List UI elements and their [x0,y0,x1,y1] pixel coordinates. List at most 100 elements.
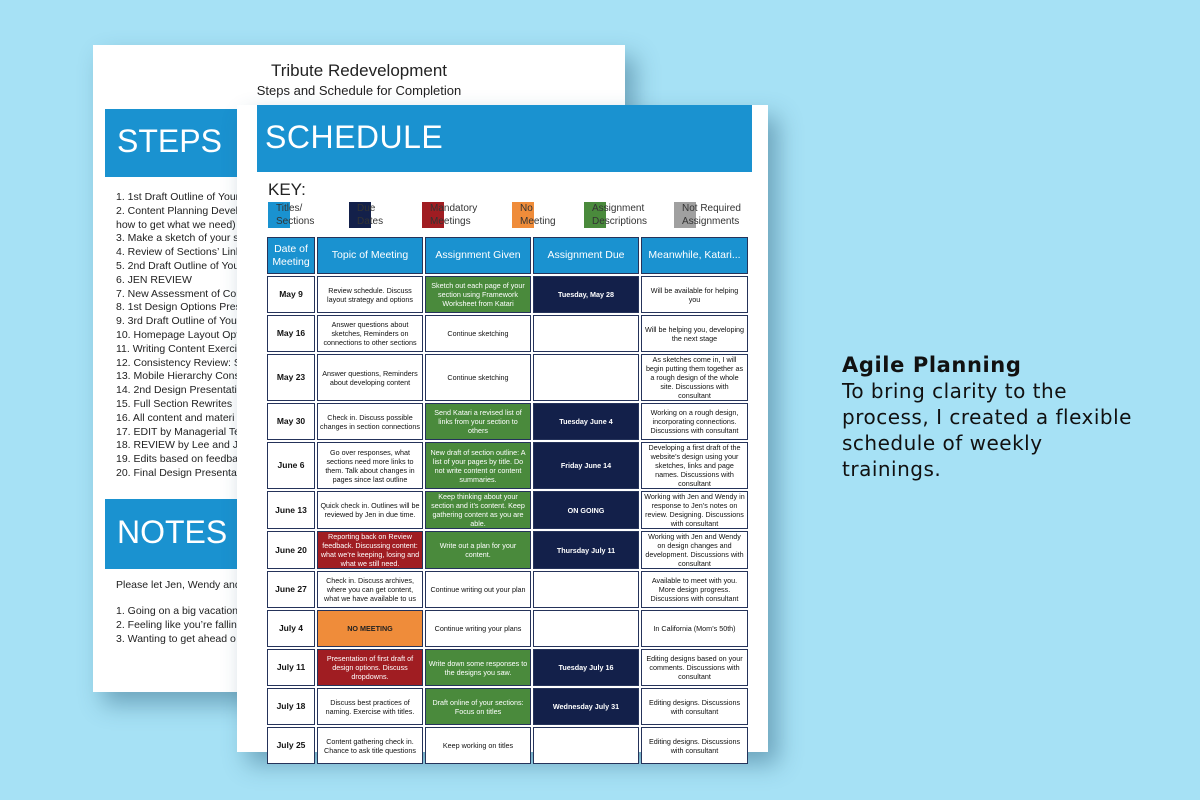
schedule-document-page: SCHEDULE KEY: Titles/Sections Due Dates Man… [237,105,768,764]
assignment-given-cell: Keep working on titles [425,727,531,764]
meanwhile-cell: Available to meet with you. More design … [641,571,748,608]
meanwhile-cell: Working on a rough design, incorporating… [641,403,748,440]
document-subtitle: Steps and Schedule for Completion [256,83,462,98]
meeting-date-cell: June 13 [267,491,315,529]
assignment-given-cell: Sketch out each page of your section usi… [425,276,531,313]
schedule-row: July 18 Discuss best practices of naming.… [267,688,748,725]
assignment-given-cell: Continue sketching [425,315,531,352]
assignment-given-cell: Write out a plan for your content. [425,531,531,569]
key-label-text: Mandatory Meetings [430,203,478,227]
schedule-heading: SCHEDULE [265,119,444,155]
step-item: 4. Review of Sections’ Link [116,246,242,259]
schedule-row: May 30 Check in. Discuss possible changes… [267,403,748,440]
meanwhile-cell: Will be helping you, developing the next… [641,315,748,352]
meeting-topic-cell: Answer questions about sketches, Reminde… [317,315,423,352]
document-title: Tribute Redevelopment [270,61,448,80]
assignment-due-cell: Tuesday, May 28 [533,276,639,313]
assignment-given-cell: Continue sketching [425,354,531,401]
meeting-date-cell: July 18 [267,688,315,725]
meeting-date-cell: May 16 [267,315,315,352]
schedule-heading-bar: SCHEDULE [257,105,752,172]
meanwhile-cell: Working with Jen and Wendy on design cha… [641,531,748,569]
table-header-row: Date of Meeting Topic of Meeting Assignm… [267,237,748,274]
column-header-topic: Topic of Meeting [317,237,423,274]
step-item: 15. Full Section Rewrites [116,397,233,410]
meeting-date-cell: June 20 [267,531,315,569]
meeting-date-cell: May 23 [267,354,315,401]
meanwhile-cell: Editing designs based on your comments. … [641,649,748,686]
meeting-topic-cell: Answer questions, Reminders about develo… [317,354,423,401]
notes-list: 1. Going on a big vacation 2. Feeling lik… [116,605,246,646]
meeting-topic-cell: Review schedule. Discuss layout strategy… [317,276,423,313]
meeting-date-cell: July 4 [267,610,315,647]
assignment-due-cell: Tuesday July 16 [533,649,639,686]
caption-title: Agile Planning [842,353,1022,377]
assignment-due-cell: Wednesday July 31 [533,688,639,725]
schedule-row: June 20 Reporting back on Review feedback… [267,531,748,569]
step-item: 11. Writing Content Exerci [116,342,237,355]
step-item: 19. Edits based on feedba [116,453,239,466]
notes-intro: Please let Jen, Wendy and [116,579,241,591]
step-item: 7. New Assessment of Con [116,287,243,300]
assignment-given-cell: Continue writing your plans [425,610,531,647]
assignment-due-cell: Thursday July 11 [533,531,639,569]
assignment-given-cell: Continue writing out your plan [425,571,531,608]
notes-heading: NOTES [117,514,228,550]
meeting-topic-cell: Check in. Discuss possible changes in se… [317,403,423,440]
key-label-text: Titles/Sections [276,203,315,227]
assignment-due-cell: Tuesday June 4 [533,403,639,440]
assignment-given-cell: Draft online of your sections: Focus on … [425,688,531,725]
assignment-given-cell: Write down some responses to the designs… [425,649,531,686]
assignment-due-cell [533,610,639,647]
column-header-assignment-given: Assignment Given [425,237,531,274]
meeting-date-cell: July 25 [267,727,315,764]
meanwhile-cell: Developing a first draft of the website’… [641,442,748,489]
schedule-row: June 27 Check in. Discuss archives, where… [267,571,748,608]
steps-heading: STEPS [117,123,222,159]
schedule-row: June 6 Go over responses, what sections n… [267,442,748,489]
schedule-row: July 11 Presentation of first draft of de… [267,649,748,686]
assignment-due-cell [533,354,639,401]
key-label-text: No Meeting [520,203,556,227]
meeting-topic-cell: NO MEETING [317,610,423,647]
schedule-row: June 13 Quick check in. Outlines will be … [267,491,748,529]
step-item: 1. 1st Draft Outline of Your [116,191,240,203]
schedule-row: May 9 Review schedule. Discuss layout str… [267,276,748,313]
schedule-row: July 4 NO MEETING Continue writing your pl… [267,610,748,647]
caption-body: To bring clarity to the process, I creat… [842,379,1132,481]
meeting-topic-cell: Discuss best practices of naming. Exerci… [317,688,423,725]
assignment-due-cell: Friday June 14 [533,442,639,489]
step-item: 18. REVIEW by Lee and Jen [116,439,246,452]
schedule-table: Date of Meeting Topic of Meeting Assignm… [265,235,750,766]
step-item: how to get what we need) [116,218,236,231]
meeting-topic-cell: Quick check in. Outlines will be reviewe… [317,491,423,529]
column-header-meanwhile: Meanwhile, Katari... [641,237,748,274]
step-item: 16. All content and materi [116,411,235,424]
meeting-topic-cell: Go over responses, what sections need mo… [317,442,423,489]
meeting-date-cell: May 9 [267,276,315,313]
key-label: KEY: [268,180,306,199]
meanwhile-cell: Editing designs. Discussions with consul… [641,727,748,764]
meeting-topic-cell: Check in. Discuss archives, where you ca… [317,571,423,608]
schedule-row: May 16 Answer questions about sketches, R… [267,315,748,352]
meanwhile-cell: In California (Mom’s 50th) [641,610,748,647]
key-label-text: Assignment Descriptions [592,203,648,227]
meeting-topic-cell: Reporting back on Review feedback. Discu… [317,531,423,569]
note-item: 3. Wanting to get ahead o [116,632,236,645]
step-item: 13. Mobile Hierarchy Cons [116,370,240,383]
step-item: 14. 2nd Design Presentati [116,384,237,397]
meeting-topic-cell: Content gathering check in. Chance to as… [317,727,423,764]
meanwhile-cell: Editing designs. Discussions with consul… [641,688,748,725]
note-item: 1. Going on a big vacation [116,605,239,617]
step-item: 6. JEN REVIEW [116,273,192,286]
key-label-text: Due Dates [357,203,384,227]
step-item: 12. Consistency Review: S [116,356,241,369]
portfolio-caption: Agile Planning To bring clarity to the p… [842,352,1142,482]
step-item: 9. 3rd Draft Outline of You [116,315,237,328]
column-header-date: Date of Meeting [267,237,315,274]
assignment-due-cell [533,571,639,608]
assignment-due-cell [533,315,639,352]
step-item: 20. Final Design Presentat [116,466,240,479]
step-item: 17. EDIT by Managerial Te [116,425,240,438]
meanwhile-cell: Will be available for helping you [641,276,748,313]
